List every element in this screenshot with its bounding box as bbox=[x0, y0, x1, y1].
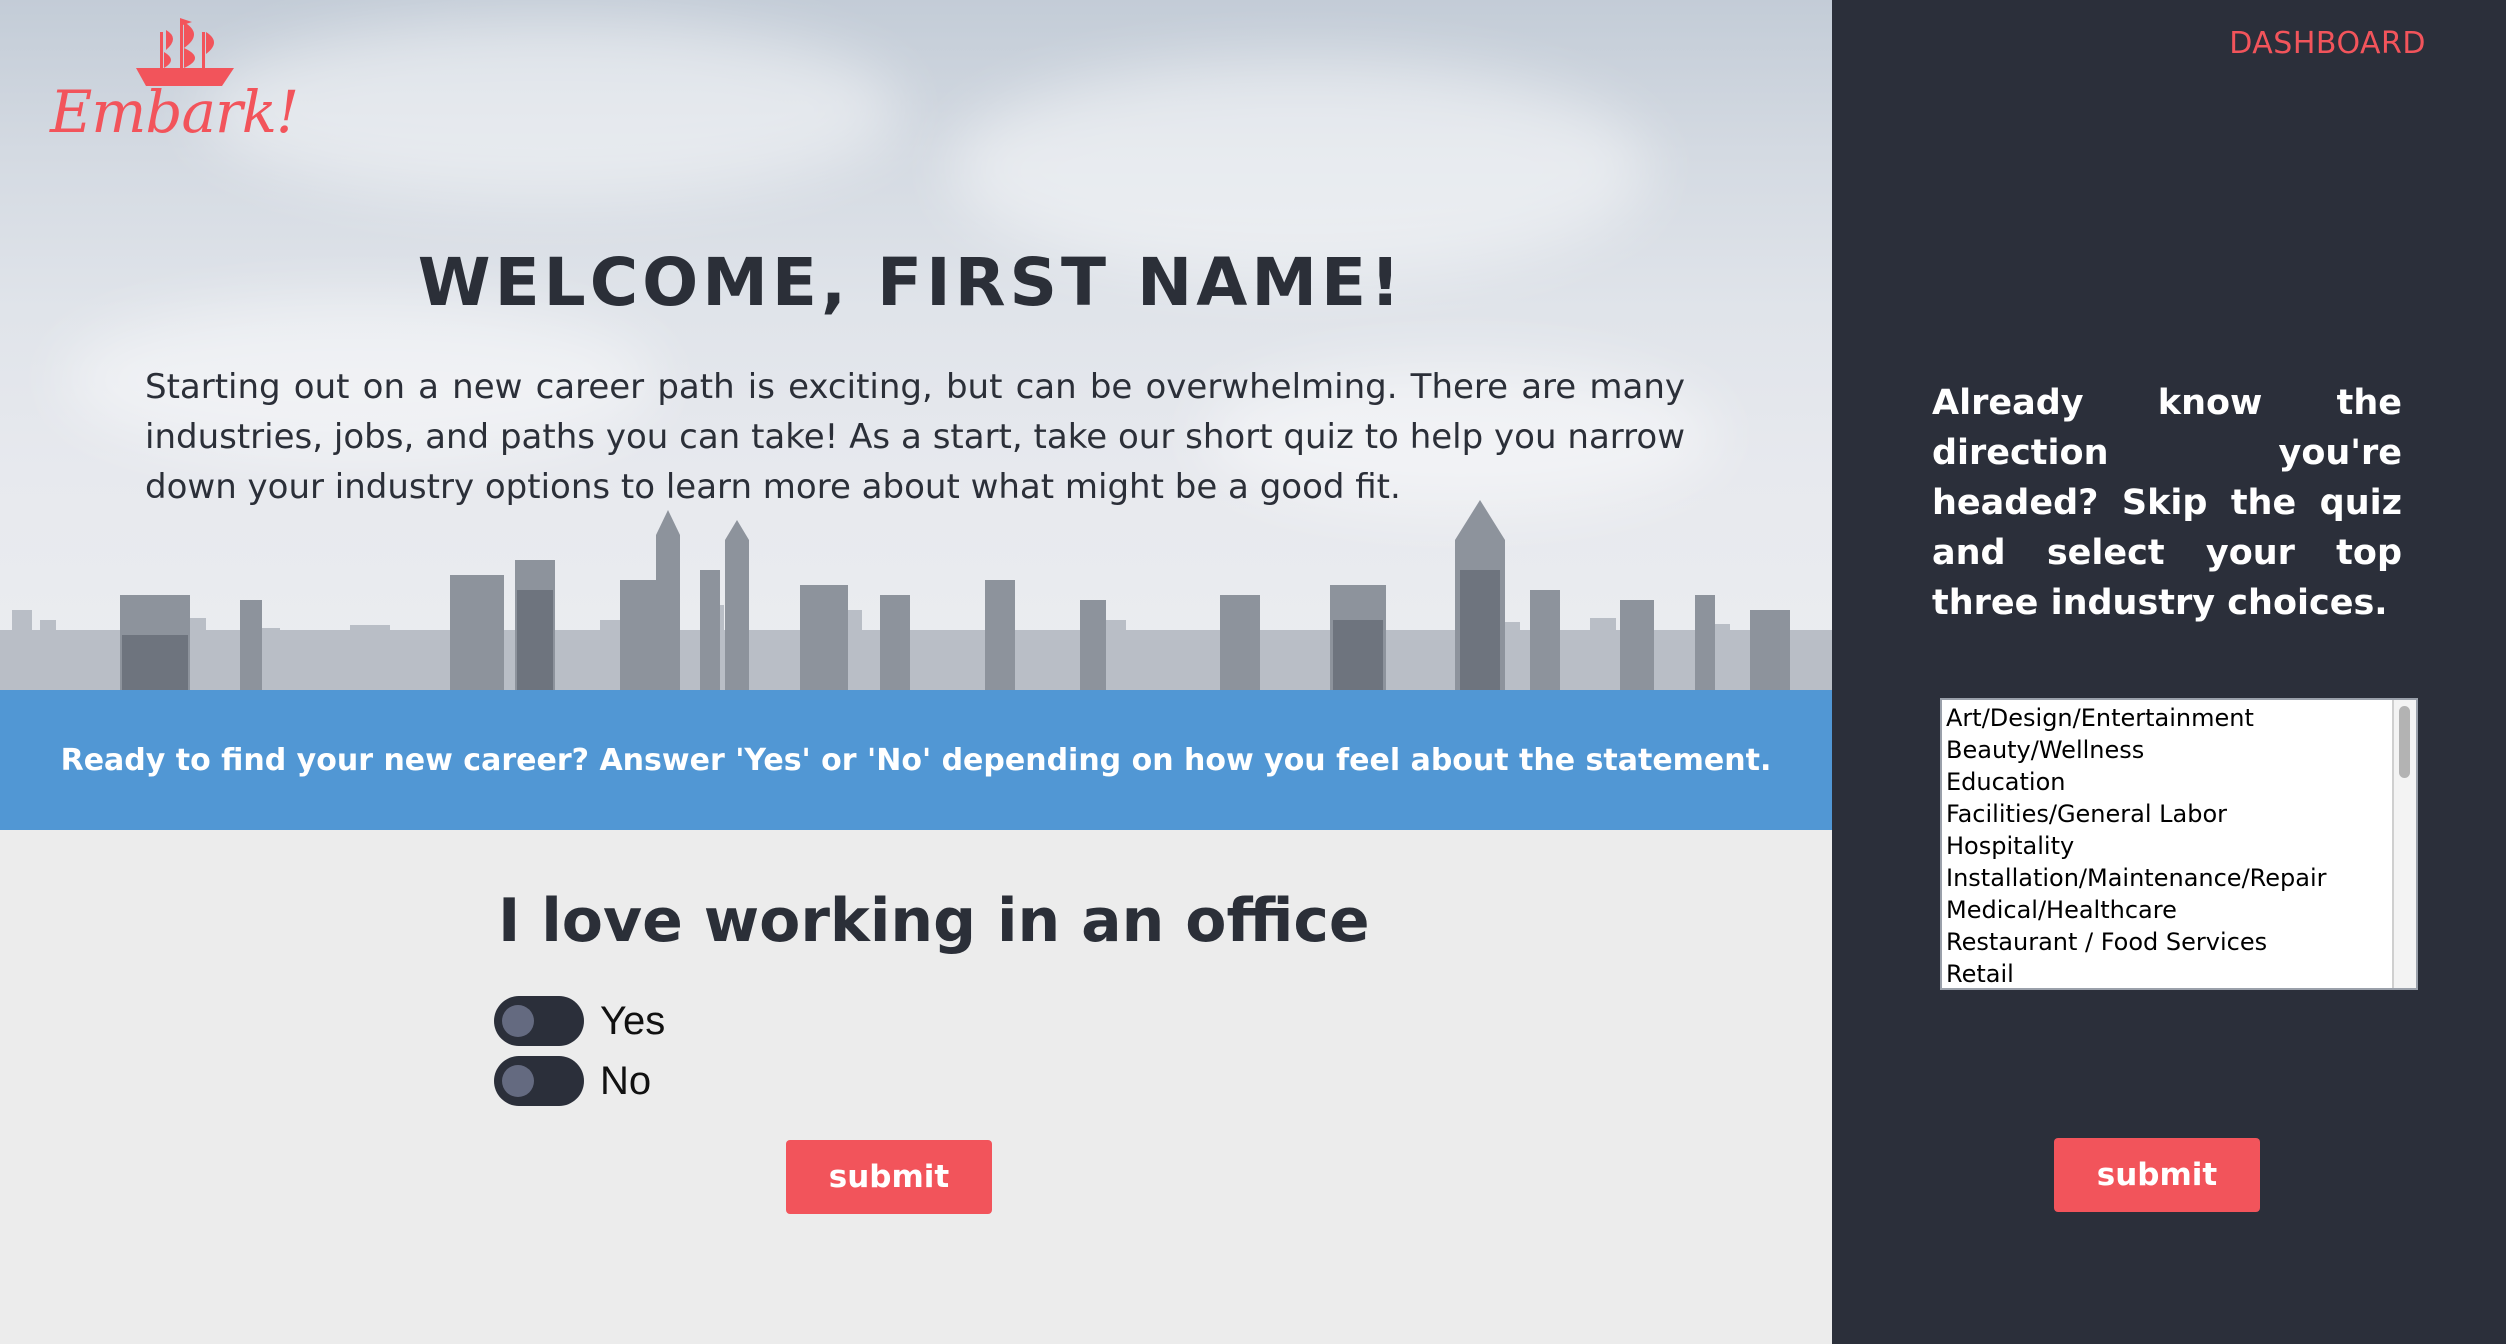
industry-option[interactable]: Restaurant / Food Services bbox=[1946, 926, 2386, 958]
yes-toggle[interactable] bbox=[494, 996, 584, 1046]
scrollbar-thumb[interactable] bbox=[2399, 706, 2410, 778]
banner-text: Ready to find your new career? Answer 'Y… bbox=[60, 742, 1772, 778]
skip-quiz-text: Already know the direction you're headed… bbox=[1932, 383, 2402, 623]
industry-option[interactable]: Facilities/General Labor bbox=[1946, 798, 2386, 830]
embark-logo[interactable]: Embark! bbox=[50, 18, 299, 148]
hero-section: Embark! WELCOME, FIRST NAME! Starting ou… bbox=[0, 0, 1832, 690]
answer-yes: Yes bbox=[494, 996, 665, 1046]
list-scrollbar[interactable] bbox=[2392, 700, 2416, 988]
intro-paragraph: Starting out on a new career path is exc… bbox=[145, 367, 1685, 507]
quiz-instructions-banner: Ready to find your new career? Answer 'Y… bbox=[0, 690, 1832, 830]
yes-label: Yes bbox=[600, 998, 666, 1043]
industry-option[interactable]: Art/Design/Entertainment bbox=[1946, 702, 2386, 734]
no-toggle[interactable] bbox=[494, 1056, 584, 1106]
industry-option[interactable]: Medical/Healthcare bbox=[1946, 894, 2386, 926]
industry-option[interactable]: Hospitality bbox=[1946, 830, 2386, 862]
toggle-knob bbox=[502, 1065, 534, 1097]
industry-option[interactable]: Education bbox=[1946, 766, 2386, 798]
answer-no: No bbox=[494, 1056, 651, 1106]
industry-option[interactable]: Retail bbox=[1946, 958, 2386, 988]
dashboard-link[interactable]: DASHBOARD bbox=[2229, 26, 2426, 61]
city-skyline-image bbox=[0, 500, 1832, 690]
industry-option[interactable]: Installation/Maintenance/Repair bbox=[1946, 862, 2386, 894]
industry-submit-button[interactable]: submit bbox=[2054, 1138, 2260, 1212]
no-label: No bbox=[600, 1058, 652, 1103]
toggle-knob bbox=[502, 1005, 534, 1037]
quiz-submit-button[interactable]: submit bbox=[786, 1140, 992, 1214]
sidebar: DASHBOARD Already know the direction you… bbox=[1832, 0, 2506, 1344]
industry-options: Art/Design/Entertainment Beauty/Wellness… bbox=[1942, 700, 2390, 988]
logo-wordmark: Embark! bbox=[50, 78, 299, 146]
quiz-question: I love working in an office bbox=[498, 886, 1370, 956]
industry-select-list[interactable]: Art/Design/Entertainment Beauty/Wellness… bbox=[1940, 698, 2418, 990]
main-content: Embark! WELCOME, FIRST NAME! Starting ou… bbox=[0, 0, 1832, 1344]
welcome-heading: WELCOME, FIRST NAME! bbox=[417, 244, 1405, 321]
industry-option[interactable]: Beauty/Wellness bbox=[1946, 734, 2386, 766]
